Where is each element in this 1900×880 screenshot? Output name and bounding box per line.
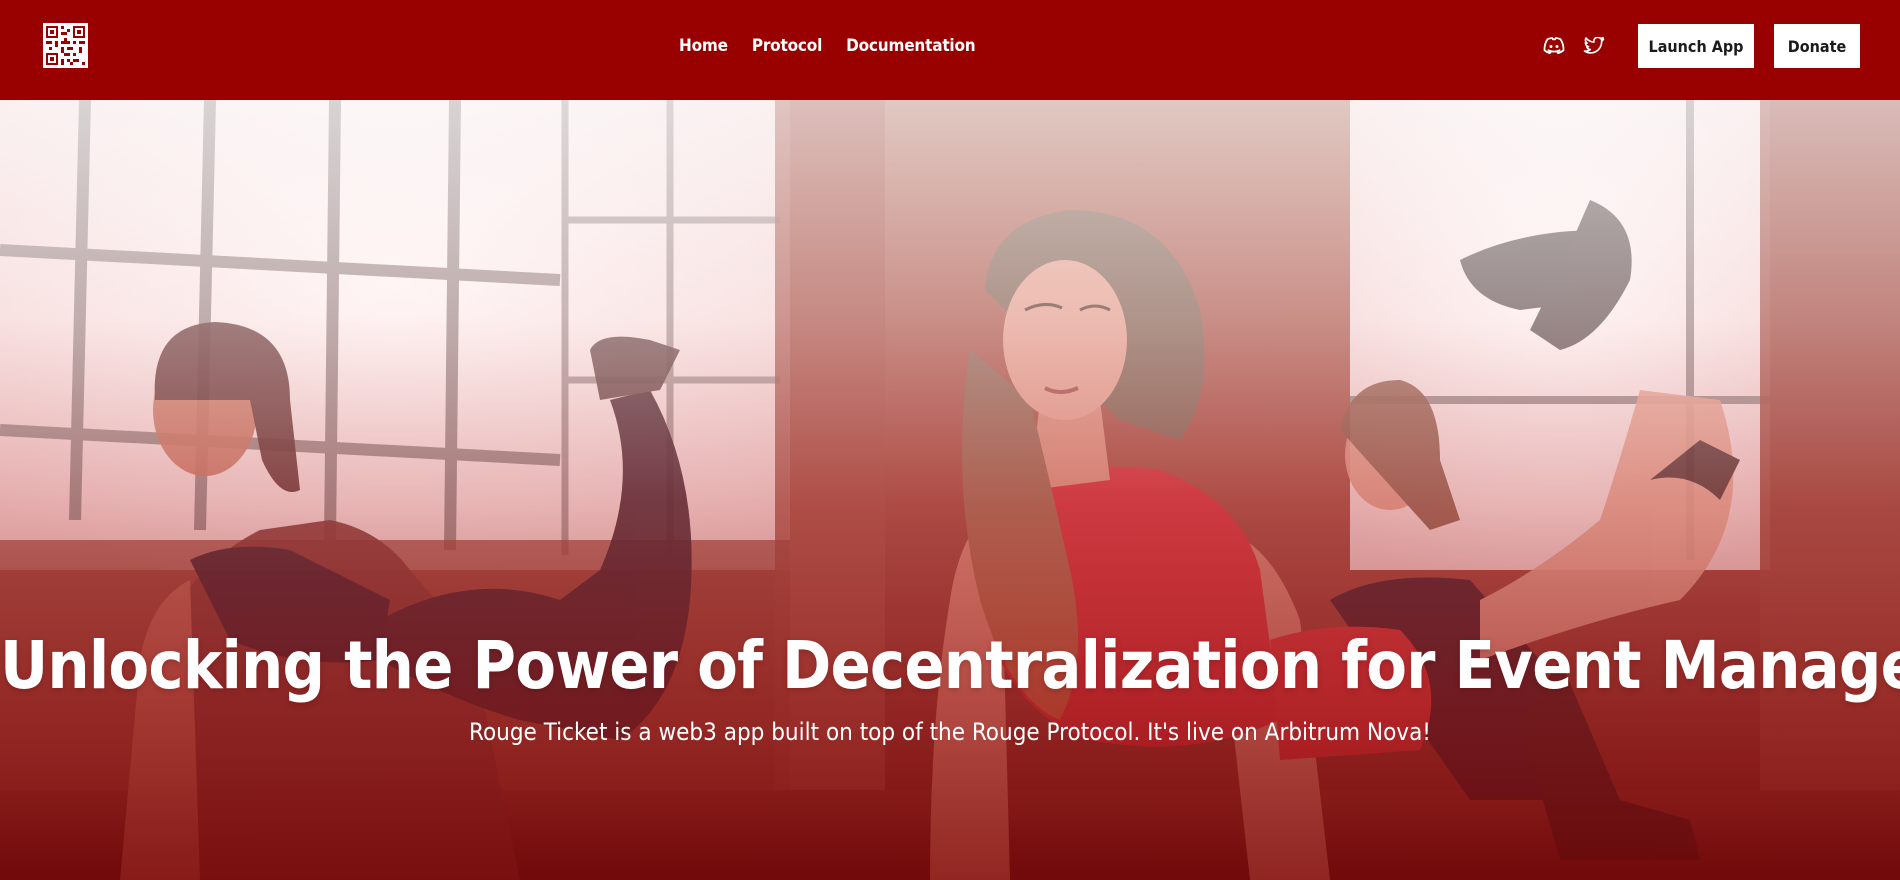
nav-protocol-link[interactable]: Protocol (752, 36, 822, 56)
main-nav: Home Protocol Documentation (679, 0, 976, 92)
page: Home Protocol Documentation Launch App D… (0, 0, 1900, 880)
qr-code-icon[interactable] (43, 23, 88, 68)
hero-section: Unlocking the Power of Decentralization … (0, 100, 1900, 880)
donate-button[interactable]: Donate (1774, 24, 1860, 68)
hero-gradient-overlay (0, 100, 1900, 880)
nav-documentation-link[interactable]: Documentation (846, 36, 976, 56)
header-actions: Launch App Donate (1542, 0, 1860, 92)
hero-title: Unlocking the Power of Decentralization … (0, 627, 1900, 704)
launch-app-button[interactable]: Launch App (1638, 24, 1754, 68)
hero-subtitle: Rouge Ticket is a web3 app built on top … (469, 718, 1431, 746)
twitter-icon[interactable] (1582, 34, 1606, 58)
top-navbar: Home Protocol Documentation Launch App D… (0, 0, 1900, 100)
nav-home-link[interactable]: Home (679, 36, 728, 56)
discord-icon[interactable] (1542, 34, 1566, 58)
